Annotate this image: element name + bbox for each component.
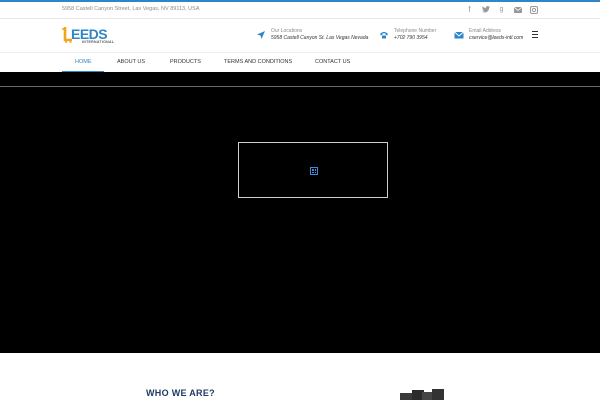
- facebook-icon[interactable]: f: [465, 5, 474, 14]
- location-value: 5958 Castell Canyon St. Las Vegas Nevada: [271, 35, 369, 41]
- top-address: 5958 Castell Canyon Street, Las Vegas, N…: [62, 6, 200, 12]
- location-arrow-icon: [257, 31, 265, 39]
- social-links: f g: [465, 5, 538, 14]
- instagram-icon[interactable]: [529, 5, 538, 14]
- top-bar: 5958 Castell Canyon Street, Las Vegas, N…: [0, 0, 600, 19]
- about-section-title: WHO WE ARE?: [146, 388, 215, 398]
- nav-item-contact-us[interactable]: CONTACT US: [315, 59, 350, 65]
- location-info: Our Locations 5958 Castell Canyon St. La…: [256, 28, 368, 41]
- video-placeholder-icon: [310, 167, 318, 175]
- email-label: Email Address: [469, 28, 501, 34]
- logo-subtext: INTERNATIONAL: [82, 40, 115, 44]
- menu-toggle-icon[interactable]: [532, 31, 538, 38]
- location-label: Our Locations: [271, 28, 303, 34]
- envelope-icon: [454, 31, 464, 39]
- phone-icon: [380, 32, 388, 39]
- twitter-icon[interactable]: [481, 5, 490, 14]
- main-nav: HOME ABOUT US PRODUCTS TERMS AND CONDITI…: [0, 52, 600, 73]
- phone-label: Telephone Number: [394, 28, 437, 34]
- hero-divider: [0, 86, 600, 87]
- phone-info: Telephone Number +702 790 3954: [379, 28, 436, 41]
- site-logo[interactable]: EEDS INTERNATIONAL: [62, 26, 124, 48]
- google-plus-icon[interactable]: g: [497, 5, 506, 14]
- nav-item-home[interactable]: HOME: [75, 59, 92, 65]
- site-header: EEDS INTERNATIONAL Our Locations 5958 Ca…: [0, 19, 600, 52]
- video-embed[interactable]: [238, 142, 388, 198]
- nav-item-terms[interactable]: TERMS AND CONDITIONS: [224, 59, 292, 65]
- email-info: Email Address cservice@leeds-intl.com: [454, 28, 523, 41]
- nav-item-about-us[interactable]: ABOUT US: [117, 59, 145, 65]
- phone-value[interactable]: +702 790 3954: [394, 35, 436, 41]
- product-image: [400, 389, 444, 400]
- mail-icon[interactable]: [513, 5, 522, 14]
- hero-banner: [0, 72, 600, 353]
- nav-item-products[interactable]: PRODUCTS: [170, 59, 201, 65]
- email-value[interactable]: cservice@leeds-intl.com: [469, 35, 523, 41]
